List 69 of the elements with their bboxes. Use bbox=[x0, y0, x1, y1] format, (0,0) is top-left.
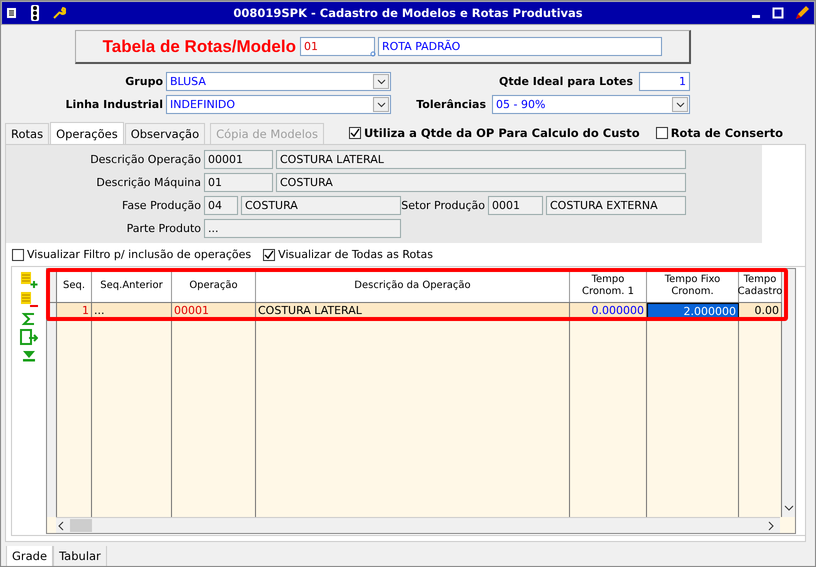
field-label: Qtde Ideal para Lotes bbox=[498, 75, 634, 88]
field-label: Tolerâncias bbox=[415, 98, 487, 111]
tab[interactable]: Grade bbox=[6, 546, 54, 566]
text-field[interactable]: COSTURA bbox=[241, 196, 401, 215]
code-field[interactable]: 01 bbox=[300, 37, 375, 56]
text-field[interactable]: 01 bbox=[204, 173, 273, 192]
table-cell[interactable]: 00001 bbox=[172, 303, 256, 320]
window-title: 008019SPK - Cadastro de Modelos e Rotas Produtivas bbox=[232, 6, 584, 20]
maximize-icon[interactable] bbox=[772, 7, 784, 19]
text-field[interactable]: 00001 bbox=[204, 150, 273, 169]
sum-icon[interactable] bbox=[21, 311, 37, 327]
name-field[interactable]: ROTA PADRÃO bbox=[378, 37, 662, 56]
field-label: Grupo bbox=[124, 75, 164, 88]
field-label: Linha Industrial bbox=[64, 98, 164, 111]
field-label: Fase Produção bbox=[121, 199, 202, 212]
field-label: Descrição Operação bbox=[89, 153, 202, 166]
text-field[interactable]: 04 bbox=[204, 196, 238, 215]
table-cell[interactable]: ... bbox=[92, 303, 172, 320]
table-cell[interactable]: 1 bbox=[57, 303, 92, 320]
text-field[interactable]: COSTURA LATERAL bbox=[276, 150, 686, 169]
export-icon[interactable] bbox=[20, 329, 38, 347]
search-icon[interactable] bbox=[370, 51, 377, 58]
checkbox[interactable] bbox=[656, 127, 668, 139]
tab[interactable]: Observação bbox=[124, 123, 206, 144]
field-label: Descrição Máquina bbox=[95, 176, 202, 189]
checkbox-label: Visualizar de Todas as Rotas bbox=[278, 248, 433, 261]
dropdown[interactable]: BLUSA bbox=[166, 72, 391, 91]
text-field[interactable]: COSTURA bbox=[276, 173, 686, 192]
tab[interactable]: Operações bbox=[50, 122, 124, 144]
move-down-icon[interactable] bbox=[21, 349, 37, 363]
wrench-icon[interactable] bbox=[52, 6, 66, 20]
checkbox[interactable] bbox=[12, 248, 24, 260]
pencil-icon[interactable] bbox=[794, 5, 810, 21]
tab[interactable]: Rotas bbox=[5, 123, 50, 144]
menu-icon[interactable] bbox=[6, 7, 18, 19]
caret-icon[interactable] bbox=[376, 78, 386, 84]
remove-row-icon[interactable] bbox=[19, 291, 39, 309]
checkbox-label: Visualizar Filtro p/ inclusão de operações bbox=[27, 248, 252, 261]
text-field[interactable]: COSTURA EXTERNA bbox=[546, 196, 686, 215]
column-header[interactable]: Tempo Fixo Cronom. bbox=[647, 269, 739, 302]
table-cell[interactable]: COSTURA LATERAL bbox=[256, 303, 570, 320]
scroll-left-icon[interactable] bbox=[56, 520, 66, 530]
text-field[interactable]: ... bbox=[204, 219, 401, 238]
field-label: Setor Produção bbox=[401, 199, 486, 212]
column-header[interactable]: Tempo Cronom. 1 bbox=[570, 269, 647, 302]
tab[interactable]: Tabular bbox=[53, 546, 107, 566]
column-header[interactable]: Descrição da Operação bbox=[256, 269, 570, 302]
column-header[interactable]: Operação bbox=[172, 269, 256, 302]
scroll-down-icon[interactable] bbox=[784, 504, 794, 512]
traffic-light-icon[interactable] bbox=[28, 5, 42, 21]
dropdown[interactable]: 05 - 90% bbox=[492, 95, 690, 114]
add-row-icon[interactable] bbox=[19, 271, 39, 289]
field-label: Parte Produto bbox=[126, 222, 202, 235]
text-field[interactable]: 1 bbox=[639, 72, 690, 91]
checkbox[interactable] bbox=[348, 127, 361, 139]
column-header[interactable]: Seq.Anterior bbox=[92, 269, 172, 302]
text-field[interactable]: 0001 bbox=[488, 196, 543, 215]
checkbox[interactable] bbox=[263, 248, 276, 260]
header-label: Tabela de Rotas/Modelo bbox=[102, 36, 297, 56]
scroll-right-icon[interactable] bbox=[766, 520, 776, 530]
caret-icon[interactable] bbox=[376, 102, 386, 108]
scrollbar-thumb[interactable] bbox=[70, 519, 92, 532]
column-header[interactable]: Seq. bbox=[57, 269, 92, 302]
checkbox-label: Rota de Conserto bbox=[670, 126, 783, 140]
vertical-scrollbar[interactable] bbox=[782, 269, 795, 517]
dropdown[interactable]: INDEFINIDO bbox=[166, 95, 391, 114]
caret-icon[interactable] bbox=[676, 102, 684, 108]
horizontal-scrollbar[interactable] bbox=[56, 517, 780, 533]
checkbox-label: Utiliza a Qtde da OP Para Calculo do Custo bbox=[364, 126, 640, 140]
